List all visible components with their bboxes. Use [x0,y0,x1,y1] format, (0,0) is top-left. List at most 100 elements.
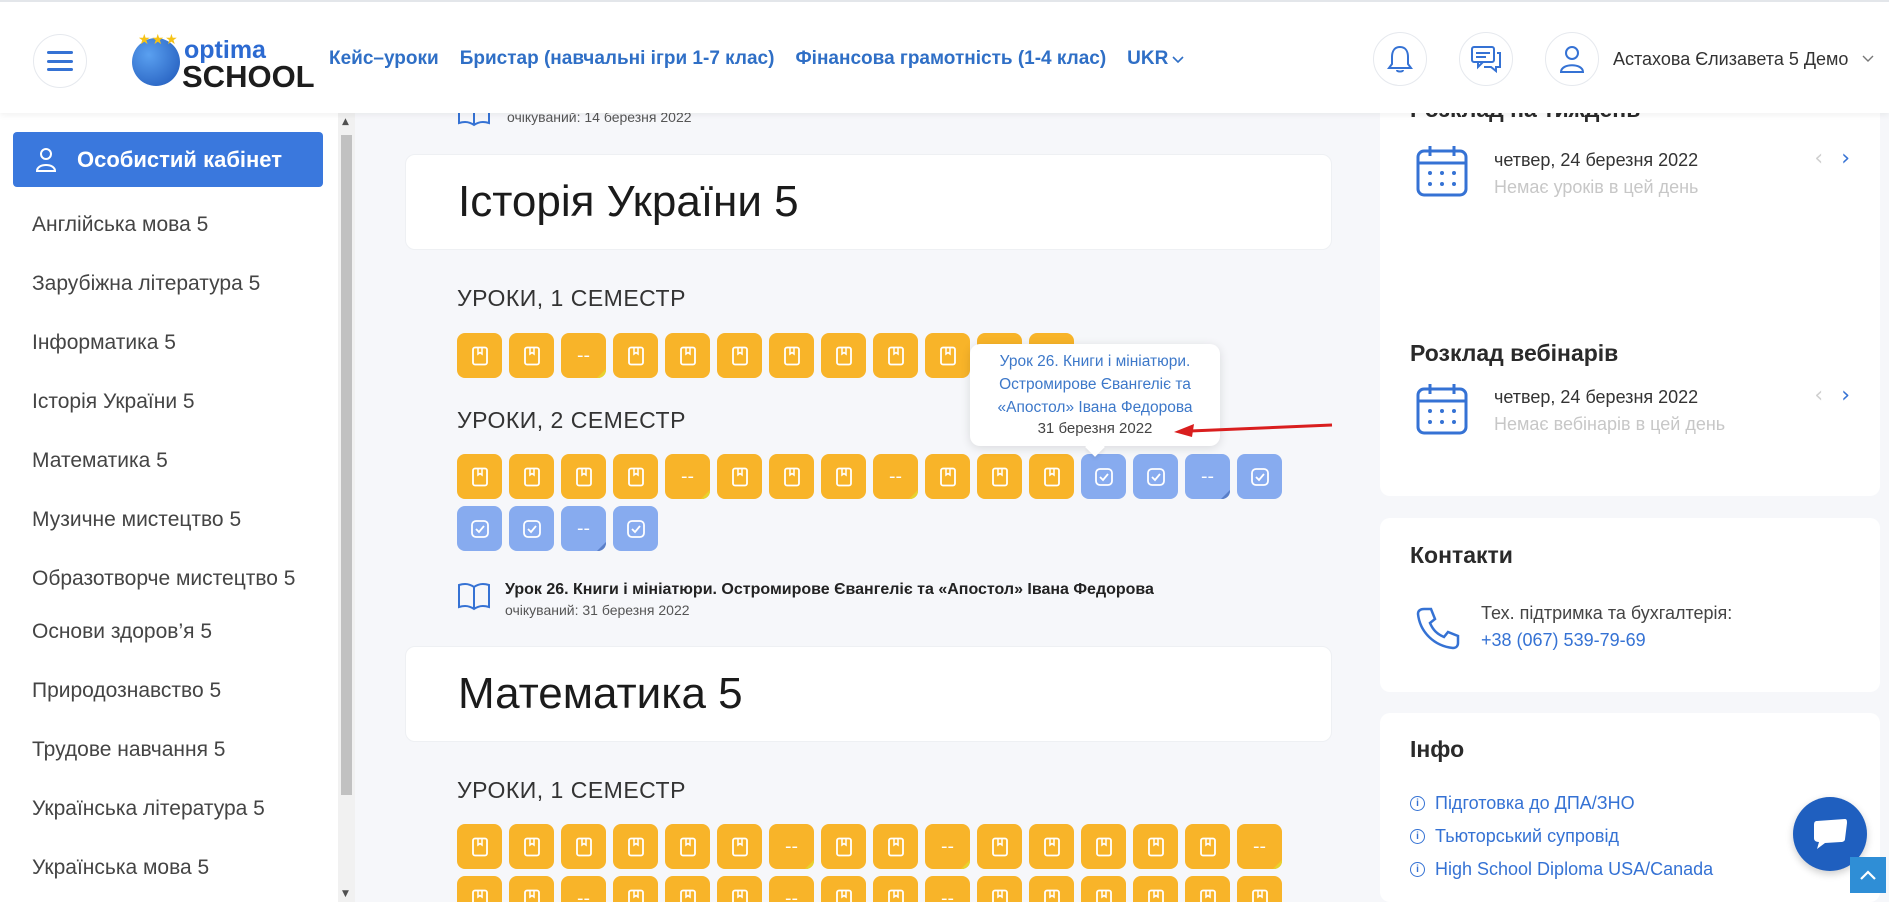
lesson-square[interactable] [1133,454,1178,499]
lesson-square[interactable]: -- [1237,824,1282,869]
lesson-square[interactable] [769,454,814,499]
menu-button[interactable] [33,34,87,88]
lesson-square[interactable] [873,876,918,902]
sidebar-item-ukr-literature[interactable]: Українська література 5 [32,792,312,826]
lesson-square[interactable] [509,506,554,551]
nav-financial-literacy[interactable]: Фінансова грамотність (1-4 клас) [795,48,1106,70]
sidebar-item-music[interactable]: Музичне мистецтво 5 [32,503,312,537]
lesson-square[interactable] [457,454,502,499]
lesson-square[interactable] [1133,824,1178,869]
lesson-square[interactable] [1081,824,1126,869]
lesson-square[interactable] [821,824,866,869]
scroll-to-top-button[interactable] [1850,857,1886,893]
next-arrow-icon[interactable]: › [1841,146,1850,171]
sidebar-item-health[interactable]: Основи здоров’я 5 [32,615,312,649]
lesson-square[interactable] [457,876,502,902]
lesson-square[interactable]: -- [769,876,814,902]
lesson-square[interactable] [665,876,710,902]
user-menu[interactable]: Астахова Єлизавета 5 Демо [1545,32,1874,86]
lesson-square[interactable] [509,454,554,499]
lesson-square[interactable]: -- [925,876,970,902]
personal-cabinet-button[interactable]: Особистий кабінет [13,132,323,187]
current-lesson-info[interactable]: Урок 26. Книги і мініатюри. Остромирове … [457,581,1154,618]
sidebar-item-history[interactable]: Історія України 5 [32,385,312,419]
lesson-square[interactable] [821,454,866,499]
sidebar-item-nature[interactable]: Природознавство 5 [32,674,312,708]
lesson-square[interactable] [925,333,970,378]
next-arrow-icon[interactable]: › [1841,383,1850,408]
lesson-square[interactable] [613,454,658,499]
lesson-square[interactable] [717,824,762,869]
scrollbar-thumb[interactable] [341,135,352,795]
lesson-square[interactable] [925,454,970,499]
lesson-square[interactable]: -- [925,824,970,869]
lesson-square[interactable] [977,454,1022,499]
sidebar-item-foreign-literature[interactable]: Зарубіжна література 5 [32,267,312,301]
sidebar-item-informatics[interactable]: Інформатика 5 [32,326,312,360]
lesson-square[interactable] [1029,876,1074,902]
language-selector[interactable]: UKR [1127,48,1184,70]
lesson-square[interactable] [1185,824,1230,869]
lesson-square[interactable] [977,876,1022,902]
sidebar-item-english[interactable]: Англійська мова 5 [32,208,312,242]
lesson-square[interactable]: -- [665,454,710,499]
lesson-square[interactable] [509,876,554,902]
lesson-square[interactable] [509,824,554,869]
lesson-square[interactable] [457,506,502,551]
lesson-square[interactable] [561,824,606,869]
info-icon: i [1410,796,1425,811]
lesson-square[interactable] [1133,876,1178,902]
sidebar-item-labor[interactable]: Трудове навчання 5 [32,733,312,767]
lesson-square[interactable] [873,824,918,869]
lesson-square[interactable] [613,333,658,378]
lesson-square[interactable] [717,454,762,499]
lesson-square[interactable] [1029,454,1074,499]
lesson-square[interactable] [1081,454,1126,499]
lesson-square[interactable] [613,506,658,551]
lesson-square[interactable]: -- [873,454,918,499]
lesson-square[interactable] [977,824,1022,869]
lesson-square[interactable] [1029,824,1074,869]
info-link-diploma[interactable]: i High School Diploma USA/Canada [1410,859,1713,880]
prev-arrow-icon[interactable]: ‹ [1814,383,1823,408]
lesson-square[interactable] [613,876,658,902]
lesson-square[interactable]: -- [1185,454,1230,499]
sidebar-item-math[interactable]: Математика 5 [32,444,312,478]
prev-arrow-icon[interactable]: ‹ [1814,146,1823,171]
lesson-square[interactable]: -- [561,506,606,551]
lesson-square[interactable] [769,333,814,378]
lesson-square[interactable] [821,876,866,902]
lesson-square[interactable] [1237,876,1282,902]
lesson-square[interactable]: -- [561,333,606,378]
lesson-square[interactable] [821,333,866,378]
scroll-down-icon[interactable]: ▼ [342,889,349,899]
lesson-square[interactable] [717,876,762,902]
sidebar-scrollbar[interactable]: ▲ ▼ [338,113,355,902]
logo[interactable]: ★★★ optima SCHOOL [132,32,315,94]
lesson-square[interactable] [717,333,762,378]
lesson-square[interactable]: -- [561,876,606,902]
sidebar-item-ukr-language[interactable]: Українська мова 5 [32,851,312,885]
lesson-square[interactable] [1081,876,1126,902]
lesson-square[interactable] [1237,454,1282,499]
nav-case-lessons[interactable]: Кейс–уроки [329,48,439,70]
sidebar-item-art[interactable]: Образотворче мистецтво 5 [32,562,312,595]
nav-brystar[interactable]: Бристар (навчальні ігри 1-7 клас) [460,48,775,70]
info-link-tutor[interactable]: i Тьюторський супровід [1410,826,1713,847]
info-link-dpa[interactable]: i Підготовка до ДПА/ЗНО [1410,793,1713,814]
lesson-square[interactable]: -- [769,824,814,869]
lesson-square[interactable] [509,333,554,378]
lesson-square[interactable] [665,824,710,869]
lesson-square[interactable] [873,333,918,378]
lesson-square[interactable] [613,824,658,869]
lesson-square[interactable] [665,333,710,378]
scroll-up-icon[interactable]: ▲ [342,117,349,127]
support-phone-link[interactable]: +38 (067) 539-79-69 [1481,630,1732,651]
lesson-square[interactable] [561,454,606,499]
lesson-square[interactable] [457,333,502,378]
notifications-button[interactable] [1373,32,1427,86]
messages-button[interactable] [1459,32,1513,86]
lesson-book-icon [1147,837,1164,856]
lesson-square[interactable] [1185,876,1230,902]
lesson-square[interactable] [457,824,502,869]
